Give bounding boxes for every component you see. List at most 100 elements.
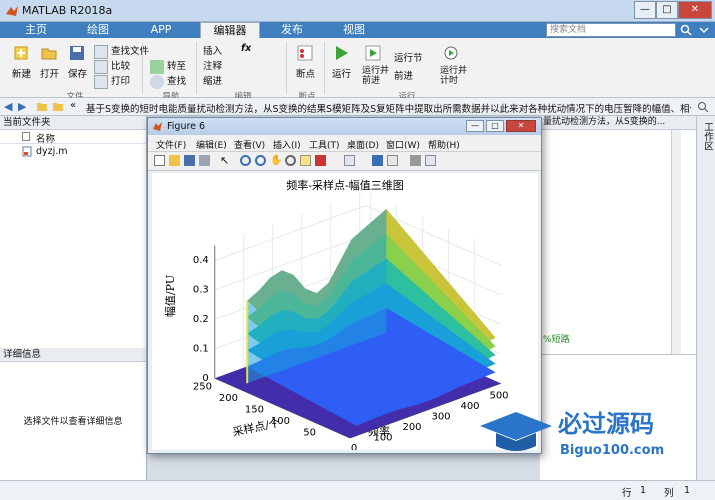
svg-text:Biguo100.com: Biguo100.com bbox=[560, 443, 664, 458]
forward-icon[interactable]: ▶ bbox=[18, 100, 26, 113]
menu-file[interactable]: 文件(F) bbox=[156, 138, 186, 151]
advance-button[interactable]: 前进 bbox=[394, 68, 413, 82]
figure-close-button[interactable]: ✕ bbox=[506, 120, 536, 132]
window-title: MATLAB R2018a bbox=[22, 4, 113, 17]
new-button[interactable]: 新建 bbox=[12, 66, 31, 80]
z-tick-label: 0.4 bbox=[193, 255, 209, 266]
open-folder-icon bbox=[41, 48, 57, 60]
colorbar-icon[interactable] bbox=[372, 155, 383, 166]
legend-icon[interactable] bbox=[387, 155, 398, 166]
figure-title-bar: Figure 6 — □ ✕ bbox=[148, 118, 541, 135]
pan-icon[interactable]: ✋ bbox=[270, 155, 282, 166]
new-figure-icon[interactable] bbox=[154, 155, 165, 166]
file-list-header: 名称 bbox=[0, 130, 146, 145]
details-hint: 选择文件以查看详细信息 bbox=[23, 417, 123, 427]
show-plot-tools-icon[interactable] bbox=[425, 155, 436, 166]
pointer-icon[interactable]: ↖ bbox=[220, 155, 231, 166]
rotate-3d-icon[interactable] bbox=[285, 155, 296, 166]
breadcrumb: 基于S变换的短时电能质量扰动检测方法，从S变换的结果S模矩阵及S复矩阵中提取出所… bbox=[86, 104, 691, 115]
status-bar: 行 1 列 1 bbox=[0, 480, 715, 500]
search-icon[interactable] bbox=[680, 24, 692, 36]
back-icon[interactable]: ◀ bbox=[4, 100, 12, 113]
print-button[interactable]: 打印 bbox=[94, 73, 130, 89]
figure-minimize-button[interactable]: — bbox=[466, 120, 484, 132]
run-button[interactable]: 运行 bbox=[332, 66, 351, 80]
search-icon[interactable] bbox=[697, 101, 709, 113]
workspace-tab[interactable]: 工作区 bbox=[700, 122, 714, 151]
file-row[interactable]: dyzj.m bbox=[0, 144, 146, 159]
address-bar: ◀ ▶ « 基于S变换的短时电能质量扰动检测方法，从S变换的结果S模矩阵及S复矩… bbox=[0, 98, 715, 116]
fx-button[interactable]: fx bbox=[241, 43, 251, 54]
print-figure-icon[interactable] bbox=[199, 155, 210, 166]
run-advance-icon bbox=[365, 45, 381, 61]
figure-menubar: 文件(F) 编辑(E) 查看(V) 插入(I) 工具(T) 桌面(D) 窗口(W… bbox=[148, 135, 541, 152]
close-button[interactable]: ✕ bbox=[678, 1, 712, 19]
open-file-icon[interactable] bbox=[169, 155, 180, 166]
goto-button[interactable]: 转至 bbox=[150, 58, 186, 74]
run-section-button[interactable]: 运行节 bbox=[394, 50, 423, 64]
code-comment: ;%短路 bbox=[540, 335, 570, 345]
find-label: 查找 bbox=[167, 76, 187, 87]
editor-scrollbar[interactable] bbox=[671, 130, 681, 354]
tab-home[interactable]: 主页 bbox=[6, 22, 66, 38]
col-label: 列 bbox=[664, 488, 674, 499]
save-figure-icon[interactable] bbox=[184, 155, 195, 166]
menu-edit[interactable]: 编辑(E) bbox=[196, 138, 227, 151]
minimize-button[interactable]: — bbox=[634, 1, 656, 19]
tab-plots[interactable]: 绘图 bbox=[68, 22, 128, 38]
menu-view[interactable]: 查看(V) bbox=[234, 138, 265, 151]
details-title: 详细信息 bbox=[0, 348, 146, 362]
divider bbox=[540, 354, 715, 355]
find-files-button[interactable]: 查找文件 bbox=[94, 43, 149, 59]
matlab-logo-icon bbox=[6, 6, 18, 16]
graduation-cap-icon: 必过源码 Biguo100.com bbox=[480, 410, 664, 458]
tab-editor[interactable]: 编辑器 bbox=[200, 22, 260, 38]
maximize-button[interactable]: □ bbox=[656, 1, 678, 19]
section-divider bbox=[196, 42, 197, 94]
indent-button[interactable]: 缩进 bbox=[203, 73, 222, 87]
minimize-toolstrip-icon[interactable] bbox=[698, 24, 710, 36]
brush-icon[interactable] bbox=[315, 155, 326, 166]
insert-button[interactable]: 插入 bbox=[203, 43, 222, 57]
tab-view[interactable]: 视图 bbox=[324, 22, 384, 38]
browse-folder-icon[interactable] bbox=[52, 101, 64, 112]
z-tick-label: 0.2 bbox=[193, 314, 209, 325]
figure-title: Figure 6 bbox=[167, 121, 206, 132]
zoom-out-icon[interactable] bbox=[255, 155, 266, 166]
comment-button[interactable]: 注释 bbox=[203, 58, 222, 72]
breakpoints-icon bbox=[297, 45, 313, 61]
tab-apps[interactable]: APP bbox=[131, 22, 191, 38]
breakpoints-button[interactable]: 断点 bbox=[296, 66, 315, 80]
menu-desktop[interactable]: 桌面(D) bbox=[347, 138, 379, 151]
data-cursor-icon[interactable] bbox=[300, 155, 311, 166]
x-tick-label: 0 bbox=[351, 443, 357, 450]
figure-maximize-button[interactable]: □ bbox=[486, 120, 504, 132]
find-button[interactable]: 查找 bbox=[150, 73, 186, 89]
col-value: 1 bbox=[684, 485, 691, 496]
save-icon bbox=[70, 46, 84, 60]
menu-tools[interactable]: 工具(T) bbox=[309, 138, 340, 151]
run-advance-button[interactable]: 运行并 前进 bbox=[362, 66, 389, 86]
link-plot-icon[interactable] bbox=[344, 155, 355, 166]
menu-insert[interactable]: 插入(I) bbox=[273, 138, 301, 151]
select-all-checkbox[interactable] bbox=[22, 132, 30, 141]
name-column-header[interactable]: 名称 bbox=[36, 131, 55, 145]
z-tick-label: 0.3 bbox=[193, 285, 209, 296]
hide-plot-tools-icon[interactable] bbox=[410, 155, 421, 166]
title-bar: MATLAB R2018a — □ ✕ bbox=[0, 0, 715, 22]
save-button[interactable]: 保存 bbox=[68, 66, 87, 80]
y-tick-label: 50 bbox=[303, 428, 316, 439]
y-tick-label: 150 bbox=[245, 405, 264, 416]
folder-up-icon[interactable] bbox=[36, 101, 48, 112]
open-button[interactable]: 打开 bbox=[40, 66, 59, 80]
figure-toolbar: ↖ ✋ bbox=[148, 152, 541, 171]
menu-window[interactable]: 窗口(W) bbox=[386, 138, 420, 151]
menu-help[interactable]: 帮助(H) bbox=[428, 138, 460, 151]
m-file-icon bbox=[22, 146, 32, 157]
tab-publish[interactable]: 发布 bbox=[262, 22, 322, 38]
x-tick-label: 300 bbox=[431, 412, 450, 423]
zoom-in-icon[interactable] bbox=[240, 155, 251, 166]
search-input[interactable]: 搜索文档 bbox=[546, 23, 676, 37]
run-time-button[interactable]: 运行并 计时 bbox=[440, 66, 467, 86]
compare-button[interactable]: 比较 bbox=[94, 58, 130, 74]
